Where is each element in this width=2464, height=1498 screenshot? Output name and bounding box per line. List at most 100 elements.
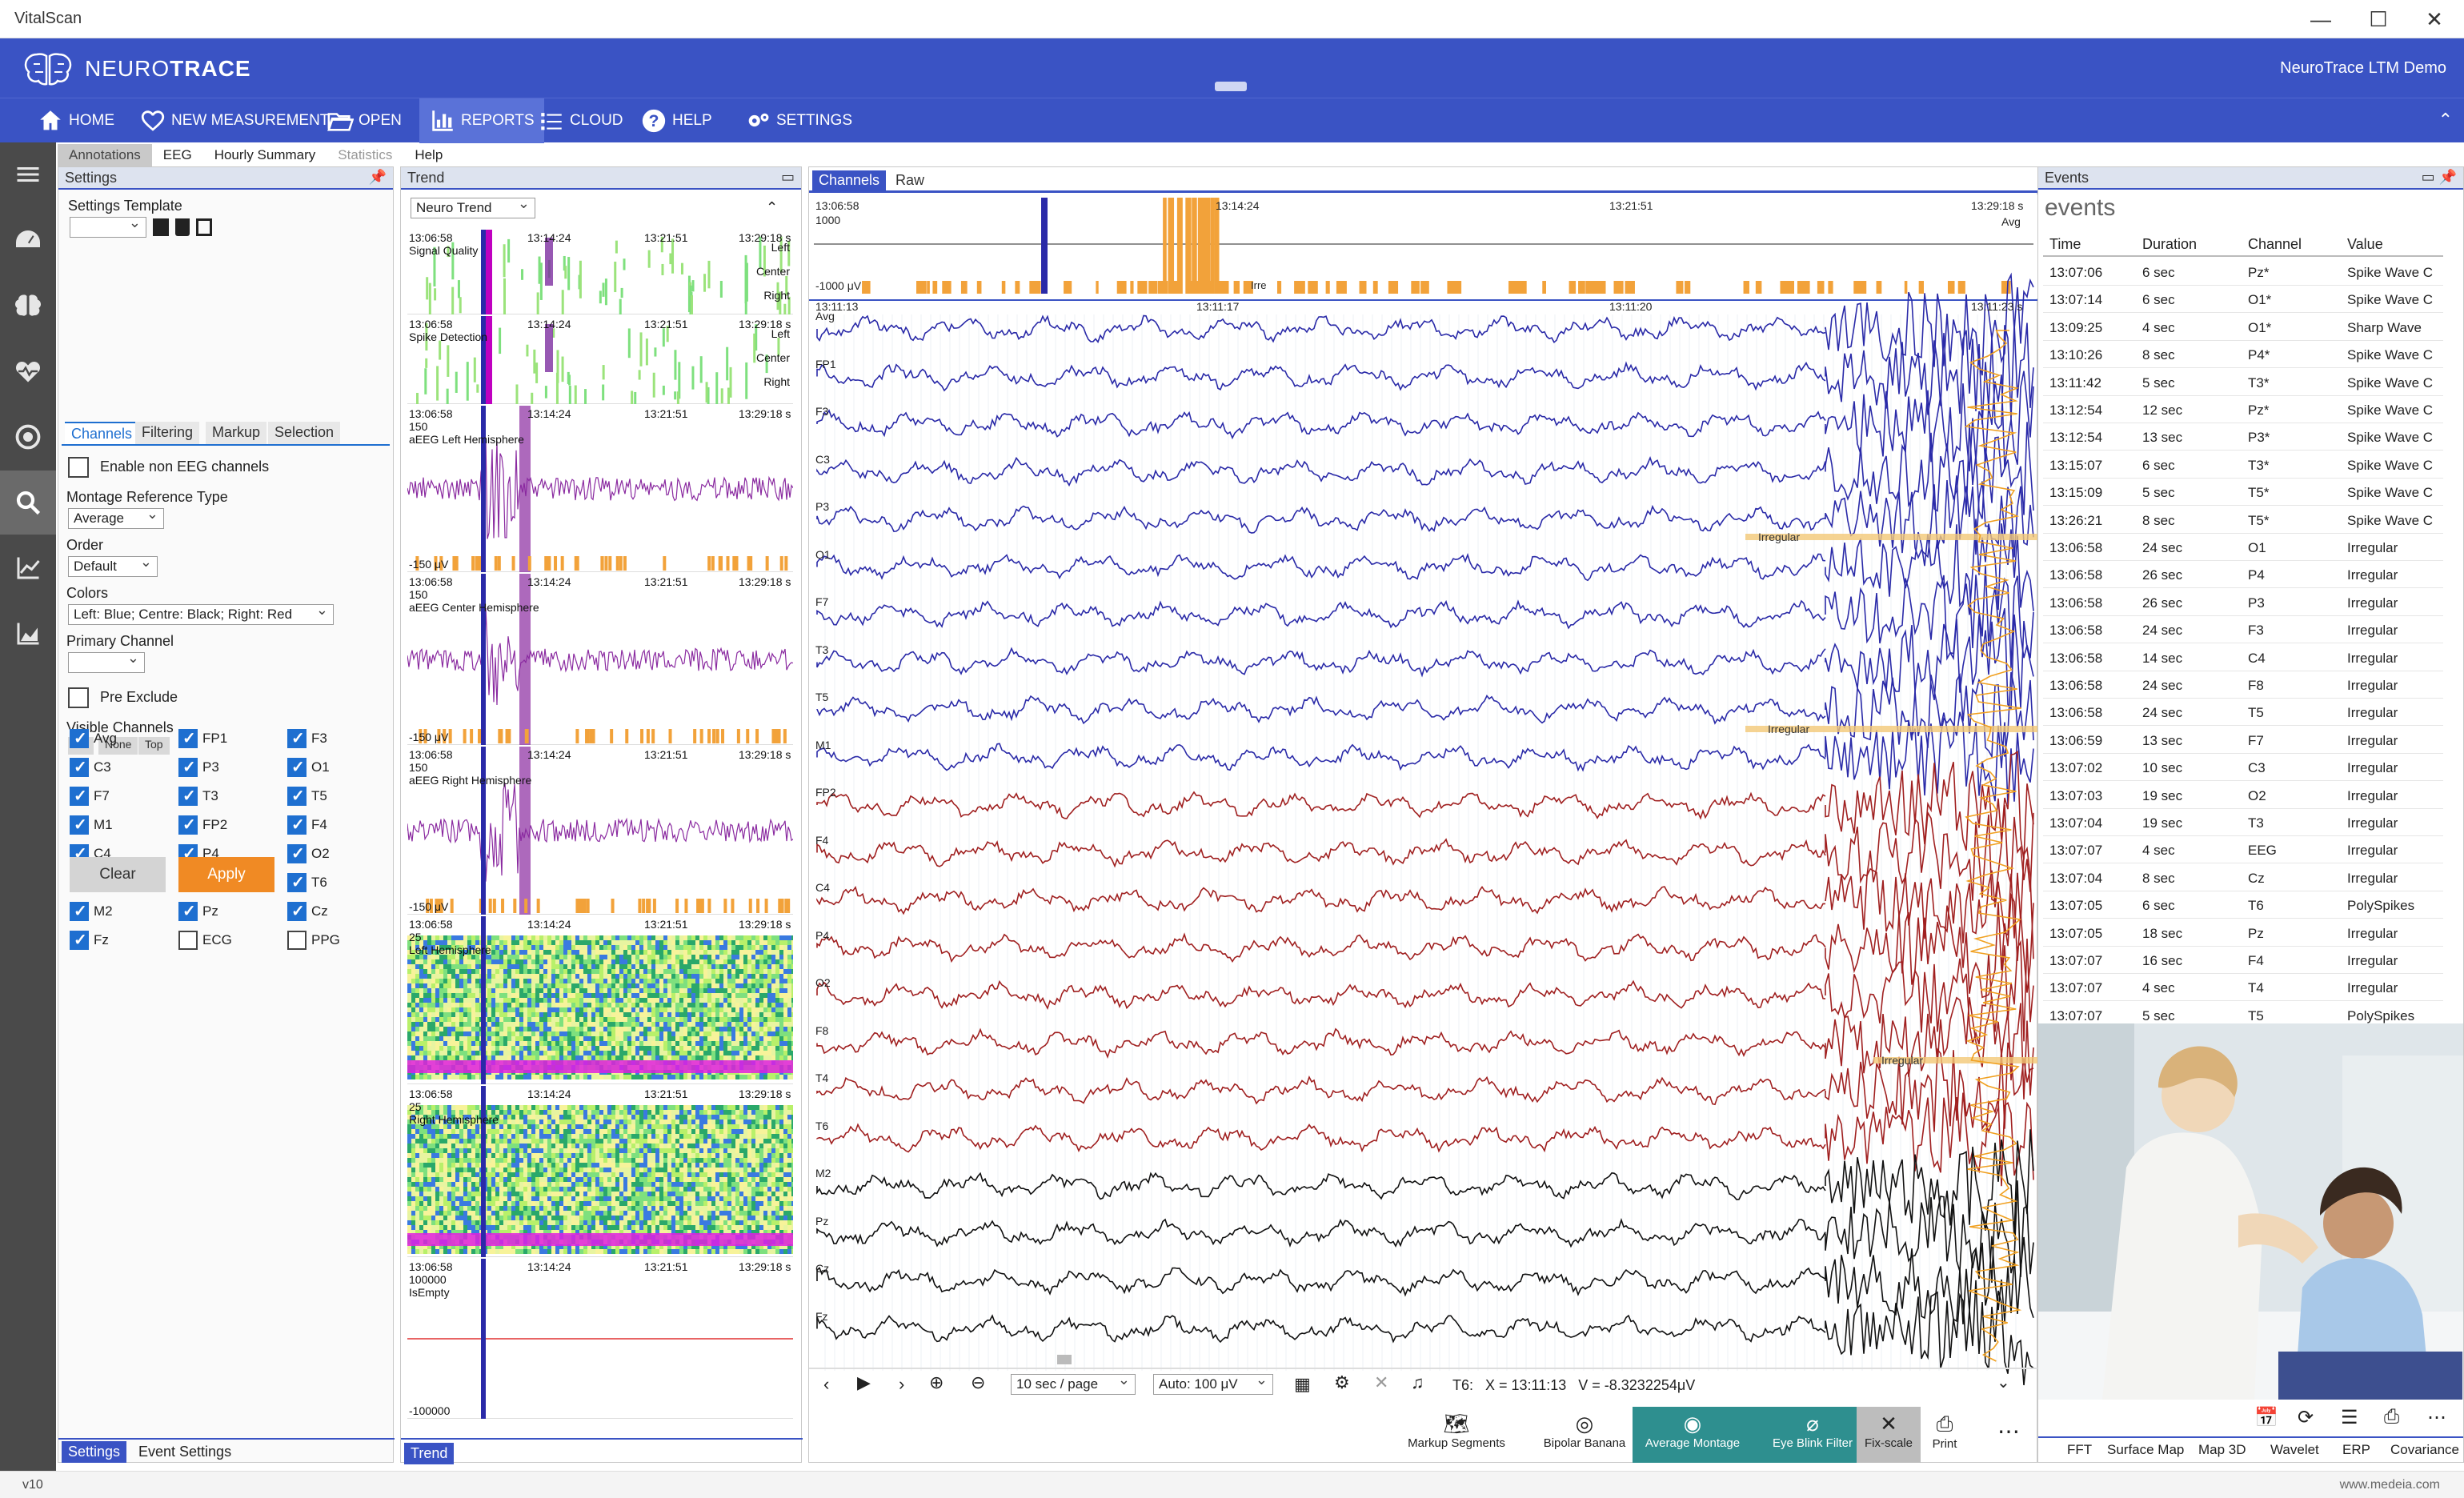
clear-button[interactable]: Clear	[70, 857, 166, 892]
tab-map-3d[interactable]: Map 3D	[2192, 1440, 2253, 1460]
bell-icon[interactable]: ♫	[1411, 1372, 1424, 1393]
event-row[interactable]: 13:07:04 19 sec T3 Irregular	[2043, 809, 2443, 836]
event-row[interactable]: 13:26:21 8 sec T5* Spike Wave C	[2043, 507, 2443, 534]
event-row[interactable]: 13:06:58 24 sec F8 Irregular	[2043, 671, 2443, 699]
tab-markup[interactable]: Markup	[206, 422, 267, 444]
trend-section-7[interactable]: 13:06:58 13:14:24 13:21:51 13:29:18 s 100000…	[407, 1259, 793, 1419]
event-row[interactable]: 13:06:58 26 sec P4 Irregular	[2043, 561, 2443, 589]
nav-cloud[interactable]: CLOUD	[528, 98, 633, 143]
primary-channel-select[interactable]	[68, 650, 145, 673]
pin-icon[interactable]: 📌	[369, 169, 387, 186]
channel-checkbox-f4[interactable]	[287, 815, 306, 835]
tab-raw-view[interactable]: Raw	[889, 170, 931, 190]
channel-checkbox-c3[interactable]	[70, 757, 89, 777]
refresh-icon[interactable]: ⟳	[2298, 1406, 2314, 1429]
trend-section-4[interactable]: 13:06:58 13:14:24 13:21:51 13:29:18 s 150 aEE…	[407, 747, 793, 915]
col-duration[interactable]: Duration	[2142, 236, 2197, 253]
trend-section-0[interactable]: 13:06:58 13:14:24 13:21:51 13:29:18 s Signal…	[407, 230, 793, 314]
settings-template-select[interactable]	[70, 214, 146, 238]
channel-checkbox-fz[interactable]	[70, 930, 89, 950]
subtab-hourly-summary[interactable]: Hourly Summary	[203, 144, 327, 166]
toolbar-average-montage[interactable]: ◉ Average Montage	[1633, 1407, 1753, 1463]
eeg-chart[interactable]	[809, 194, 2038, 1411]
trend-section-5[interactable]: 13:06:58 13:14:24 13:21:51 13:29:18 s 25 Left…	[407, 916, 793, 1084]
event-row[interactable]: 13:07:06 6 sec Pz* Spike Wave C	[2043, 258, 2443, 286]
montage-select[interactable]: Average	[68, 506, 164, 529]
rail-trend[interactable]	[0, 536, 56, 600]
list-icon[interactable]: ☰	[2341, 1406, 2358, 1429]
grid-icon[interactable]: ▦	[1294, 1374, 1311, 1395]
apply-button[interactable]: Apply	[178, 857, 274, 892]
nav-open[interactable]: OPEN	[317, 98, 411, 143]
colors-select[interactable]: Left: Blue; Centre: Black; Right: Red	[68, 602, 334, 625]
rail-dashboard[interactable]	[0, 208, 56, 272]
event-row[interactable]: 13:06:58 24 sec F3 Irregular	[2043, 616, 2443, 644]
maximize-button[interactable]: ☐	[2354, 5, 2402, 34]
subtab-statistics[interactable]: Statistics	[327, 144, 403, 166]
event-row[interactable]: 13:10:26 8 sec P4* Spike Wave C	[2043, 341, 2443, 369]
nav-settings[interactable]: SETTINGS	[735, 98, 862, 143]
channel-checkbox-o2[interactable]	[287, 843, 306, 863]
bottom-tab-event-settings[interactable]: Event Settings	[132, 1441, 238, 1463]
subtab-help[interactable]: Help	[403, 144, 454, 166]
tab-channels-view[interactable]: Channels	[812, 170, 887, 190]
website-link[interactable]: www.medeia.com	[2340, 1478, 2440, 1492]
collapse-nav-icon[interactable]: ⌃	[2438, 110, 2453, 130]
nav-home[interactable]: HOME	[27, 98, 124, 143]
more-icon[interactable]: ⋯	[2427, 1406, 2446, 1429]
trend-section-2[interactable]: 13:06:58 13:14:24 13:21:51 13:29:18 s 150 aEE…	[407, 406, 793, 572]
rail-target[interactable]	[0, 405, 56, 469]
play-button[interactable]: ▶	[857, 1372, 871, 1393]
col-value[interactable]: Value	[2347, 236, 2383, 253]
event-row[interactable]: 13:07:02 10 sec C3 Irregular	[2043, 754, 2443, 782]
nav-new-measurement[interactable]: NEW MEASUREMENT	[130, 98, 339, 143]
toolbar-print[interactable]: ⎙ Print	[1921, 1407, 1969, 1463]
event-row[interactable]: 13:09:25 4 sec O1* Sharp Wave	[2043, 314, 2443, 341]
close-button[interactable]: ✕	[2410, 5, 2458, 34]
event-row[interactable]: 13:07:07 4 sec EEG Irregular	[2043, 836, 2443, 864]
channel-checkbox-f3[interactable]	[287, 728, 306, 748]
bottom-tab-trend[interactable]: Trend	[404, 1443, 455, 1464]
collapse-trend-icon[interactable]: ⌃	[766, 199, 778, 216]
toolbar-markup-segments[interactable]: 🗺 Markup Segments	[1408, 1407, 1505, 1463]
channel-checkbox-avg[interactable]	[70, 728, 89, 748]
rail-search[interactable]	[0, 471, 56, 535]
channel-checkbox-t5[interactable]	[287, 786, 306, 806]
channel-checkbox-f7[interactable]	[70, 786, 89, 806]
channel-checkbox-t3[interactable]	[178, 786, 198, 806]
channel-checkbox-m2[interactable]	[70, 901, 89, 921]
tab-fft[interactable]: FFT	[2061, 1440, 2098, 1460]
tab-erp[interactable]: ERP	[2336, 1440, 2377, 1460]
save-icon[interactable]	[153, 218, 169, 236]
event-row[interactable]: 13:06:58 24 sec O1 Irregular	[2043, 534, 2443, 561]
channel-checkbox-p3[interactable]	[178, 757, 198, 777]
delete-icon[interactable]	[175, 218, 190, 236]
expand-icon[interactable]: ⌄	[1997, 1372, 2010, 1392]
tab-channels[interactable]: Channels	[65, 422, 139, 444]
subtab-annotations[interactable]: Annotations	[58, 144, 152, 166]
zoom-in-icon[interactable]: ⊕	[929, 1372, 944, 1393]
channel-checkbox-pz[interactable]	[178, 901, 198, 921]
channel-checkbox-t6[interactable]	[287, 872, 306, 892]
tab-wavelet[interactable]: Wavelet	[2264, 1440, 2326, 1460]
channel-checkbox-m1[interactable]	[70, 815, 89, 835]
event-row[interactable]: 13:06:59 13 sec F7 Irregular	[2043, 727, 2443, 754]
event-row[interactable]: 13:12:54 13 sec P3* Spike Wave C	[2043, 423, 2443, 451]
maximize-trend-icon[interactable]: ▭	[781, 169, 795, 186]
copy-icon[interactable]	[196, 218, 212, 236]
rail-menu[interactable]	[0, 142, 56, 206]
channel-checkbox-ppg[interactable]	[287, 931, 306, 950]
settings-gear-icon[interactable]: ⚙	[1334, 1372, 1350, 1393]
event-row[interactable]: 13:06:58 14 sec C4 Irregular	[2043, 644, 2443, 671]
col-channel[interactable]: Channel	[2248, 236, 2302, 253]
event-row[interactable]: 13:12:54 12 sec Pz* Spike Wave C	[2043, 396, 2443, 423]
zoom-out-icon[interactable]: ⊖	[971, 1372, 985, 1393]
event-row[interactable]: 13:07:04 8 sec Cz Irregular	[2043, 864, 2443, 891]
event-row[interactable]: 13:07:07 16 sec F4 Irregular	[2043, 947, 2443, 974]
event-row[interactable]: 13:15:07 6 sec T3* Spike Wave C	[2043, 451, 2443, 479]
step-back-button[interactable]: ‹	[823, 1374, 829, 1395]
event-row[interactable]: 13:07:05 6 sec T6 PolySpikes	[2043, 891, 2443, 919]
channel-checkbox-cz[interactable]	[287, 901, 306, 921]
trend-section-1[interactable]: 13:06:58 13:14:24 13:21:51 13:29:18 s Spike …	[407, 316, 793, 404]
page-duration-select[interactable]: 10 sec / page	[1011, 1372, 1136, 1395]
